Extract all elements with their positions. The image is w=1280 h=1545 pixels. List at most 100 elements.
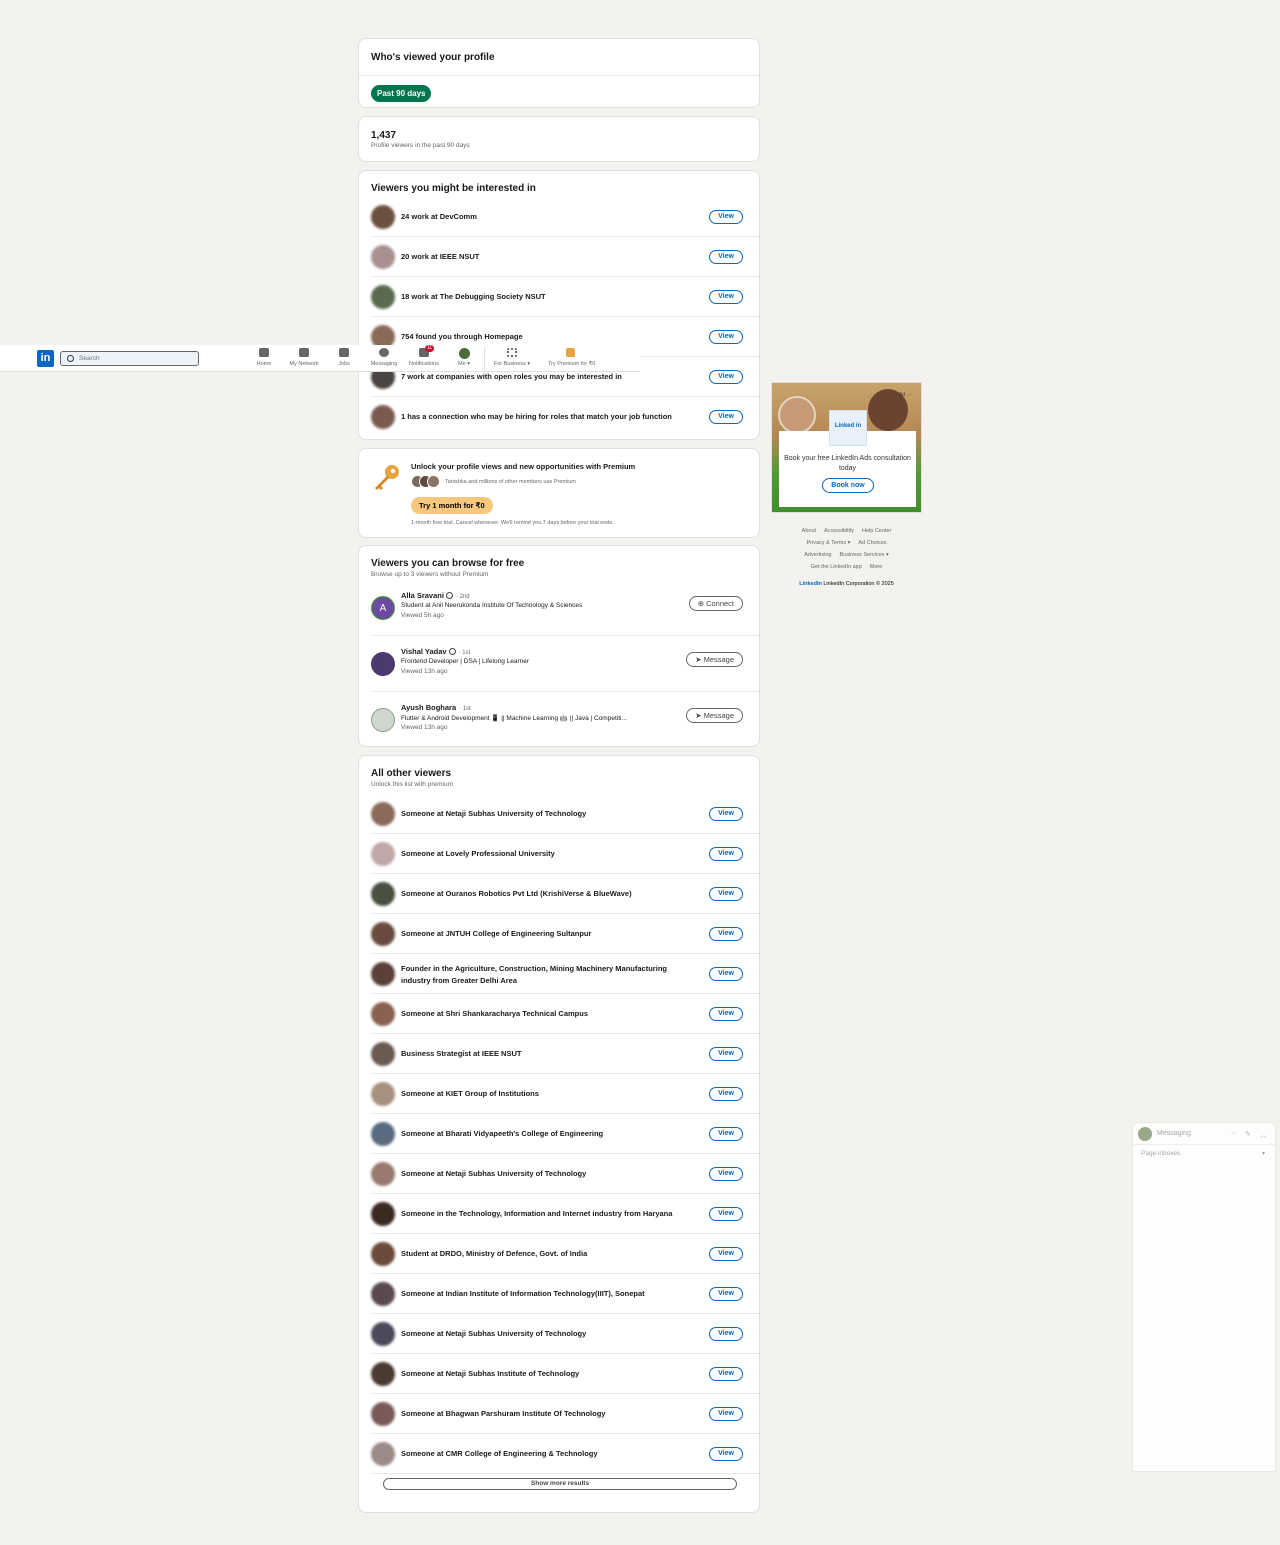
footer-link[interactable]: Ad Choices (858, 540, 886, 546)
viewer-row[interactable]: Vishal Yadav · 1st Frontend Developer | D… (371, 636, 759, 692)
view-button[interactable]: View (709, 887, 743, 901)
nav-me[interactable]: Me ▾ (442, 348, 486, 370)
connect-button[interactable]: ⊕ Connect (688, 596, 743, 611)
view-button[interactable]: View (709, 967, 743, 981)
footer-link[interactable]: Get the LinkedIn app (811, 564, 862, 570)
other-viewer-row[interactable]: Business Strategist at IEEE NSUT View (371, 1034, 759, 1074)
interest-row[interactable]: 18 work at The Debugging Society NSUT Vie… (371, 277, 759, 317)
footer-link[interactable]: Privacy & Terms ▾ (806, 540, 850, 546)
viewed-time: Viewed 13h ago (401, 668, 448, 675)
view-button[interactable]: View (709, 1087, 743, 1101)
other-viewer-row[interactable]: Someone at Indian Institute of Informati… (371, 1274, 759, 1314)
avatar (371, 1242, 395, 1266)
view-button[interactable]: View (709, 1247, 743, 1261)
view-button[interactable]: View (709, 1407, 743, 1421)
bell-icon: 11 (419, 345, 435, 357)
try-premium-button[interactable]: Try 1 month for ₹0 (411, 497, 493, 514)
nav-messaging[interactable]: Messaging (362, 348, 406, 370)
footer-link[interactable]: About (802, 528, 816, 534)
messaging-title[interactable]: Messaging (1157, 1130, 1191, 1137)
footer-link[interactable]: Business Services ▾ (839, 552, 888, 558)
view-button[interactable]: View (709, 1287, 743, 1301)
linkedin-logo[interactable]: in (37, 350, 54, 367)
book-now-button[interactable]: Book now (822, 478, 874, 493)
messaging-panel[interactable]: Messaging ··· ✎ ︿ Page inboxes ▾ (1132, 1122, 1276, 1472)
other-viewer-row[interactable]: Someone at Netaji Subhas University of T… (371, 1154, 759, 1194)
footer-link[interactable]: More (870, 564, 883, 570)
avatar (371, 1042, 395, 1066)
other-viewer-row[interactable]: Someone at KIET Group of Institutions Vie… (371, 1074, 759, 1114)
viewer-description: Someone at Netaji Subhas Institute of Te… (401, 1369, 580, 1378)
other-viewer-row[interactable]: Student at DRDO, Ministry of Defence, Go… (371, 1234, 759, 1274)
view-button[interactable]: View (709, 807, 743, 821)
other-viewer-row[interactable]: Someone at Shri Shankaracharya Technical… (371, 994, 759, 1034)
viewer-row[interactable]: A Alla Sravani · 2nd Student at Anil Neer… (371, 580, 759, 636)
footer-link[interactable]: Accessibility (824, 528, 854, 534)
viewer-name[interactable]: Vishal Yadav (401, 647, 447, 656)
view-button[interactable]: View (709, 1207, 743, 1221)
ad-label[interactable]: Ad ··· (899, 392, 912, 398)
member-avatars (411, 475, 441, 489)
view-button[interactable]: View (709, 210, 743, 224)
interest-row[interactable]: 1 has a connection who may be hiring for… (371, 397, 759, 437)
nav-try-premium[interactable]: Try Premium for ₹0 (548, 348, 595, 370)
view-button[interactable]: View (709, 250, 743, 264)
interest-row[interactable]: 20 work at IEEE NSUT View (371, 237, 759, 277)
view-button[interactable]: View (709, 290, 743, 304)
page-inboxes-select[interactable]: Page inboxes (1141, 1150, 1180, 1157)
view-button[interactable]: View (709, 330, 743, 344)
viewer-name[interactable]: Ayush Boghara (401, 703, 456, 712)
avatar[interactable]: A (371, 596, 395, 620)
view-button[interactable]: View (709, 1167, 743, 1181)
messaging-header[interactable]: Messaging ··· ✎ ︿ (1133, 1123, 1275, 1145)
view-button[interactable]: View (709, 1127, 743, 1141)
avatar[interactable] (371, 652, 395, 676)
other-viewer-row[interactable]: Someone at Ouranos Robotics Pvt Ltd (Kri… (371, 874, 759, 914)
search-input[interactable] (79, 353, 194, 364)
show-more-button[interactable]: Show more results (383, 1478, 737, 1490)
chevron-down-icon[interactable]: ▾ (1262, 1150, 1265, 1157)
chevron-up-icon[interactable]: ︿ (1260, 1130, 1267, 1140)
message-button[interactable]: ➤ Message (686, 708, 743, 723)
view-button[interactable]: View (709, 370, 743, 384)
nav-home[interactable]: Home (242, 348, 286, 370)
search-bar[interactable] (60, 351, 199, 366)
other-viewer-row[interactable]: Someone at Netaji Subhas University of T… (371, 794, 759, 834)
footer-link[interactable]: Advertising (804, 552, 831, 558)
compose-icon[interactable]: ✎ (1245, 1130, 1251, 1138)
view-button[interactable]: View (709, 410, 743, 424)
view-button[interactable]: View (709, 1367, 743, 1381)
other-viewer-row[interactable]: Someone in the Technology, Information a… (371, 1194, 759, 1234)
other-viewer-row[interactable]: Someone at Lovely Professional Universit… (371, 834, 759, 874)
other-viewer-row[interactable]: Someone at Bharati Vidyapeeth's College … (371, 1114, 759, 1154)
more-icon[interactable]: ··· (1229, 1130, 1236, 1137)
other-viewer-row[interactable]: Someone at Netaji Subhas Institute of Te… (371, 1354, 759, 1394)
message-button[interactable]: ➤ Message (686, 652, 743, 667)
view-button[interactable]: View (709, 1327, 743, 1341)
other-viewer-row[interactable]: Founder in the Agriculture, Construction… (371, 954, 759, 994)
footer-link[interactable]: Help Center (862, 528, 891, 534)
interest-row[interactable]: 24 work at DevComm View (371, 197, 759, 237)
other-viewer-row[interactable]: Someone at Bhagwan Parshuram Institute O… (371, 1394, 759, 1434)
viewer-row[interactable]: Ayush Boghara · 1st Flutter & Android Dev… (371, 692, 759, 748)
nav-divider (484, 347, 485, 370)
nav-my-network[interactable]: My Network (282, 348, 326, 370)
view-button[interactable]: View (709, 847, 743, 861)
viewer-name[interactable]: Alla Sravani (401, 591, 444, 600)
avatar (371, 1002, 395, 1026)
view-button[interactable]: View (709, 927, 743, 941)
nav-jobs[interactable]: Jobs (322, 348, 366, 370)
other-viewer-row[interactable]: Someone at Netaji Subhas University of T… (371, 1314, 759, 1354)
other-viewer-row[interactable]: Someone at JNTUH College of Engineering … (371, 914, 759, 954)
avatar (371, 405, 395, 429)
view-button[interactable]: View (709, 1447, 743, 1461)
avatar[interactable] (371, 708, 395, 732)
time-filter-pill[interactable]: Past 90 days (371, 85, 432, 102)
other-viewer-row[interactable]: Someone at CMR College of Engineering & … (371, 1434, 759, 1474)
nav-notifications[interactable]: 11 Notifications (402, 345, 446, 370)
avatar (371, 1082, 395, 1106)
view-button[interactable]: View (709, 1047, 743, 1061)
nav-for-business[interactable]: For Business ▾ (490, 348, 534, 370)
ad-card[interactable]: Ad ··· Linked in Book your free LinkedIn… (771, 382, 922, 513)
view-button[interactable]: View (709, 1007, 743, 1021)
